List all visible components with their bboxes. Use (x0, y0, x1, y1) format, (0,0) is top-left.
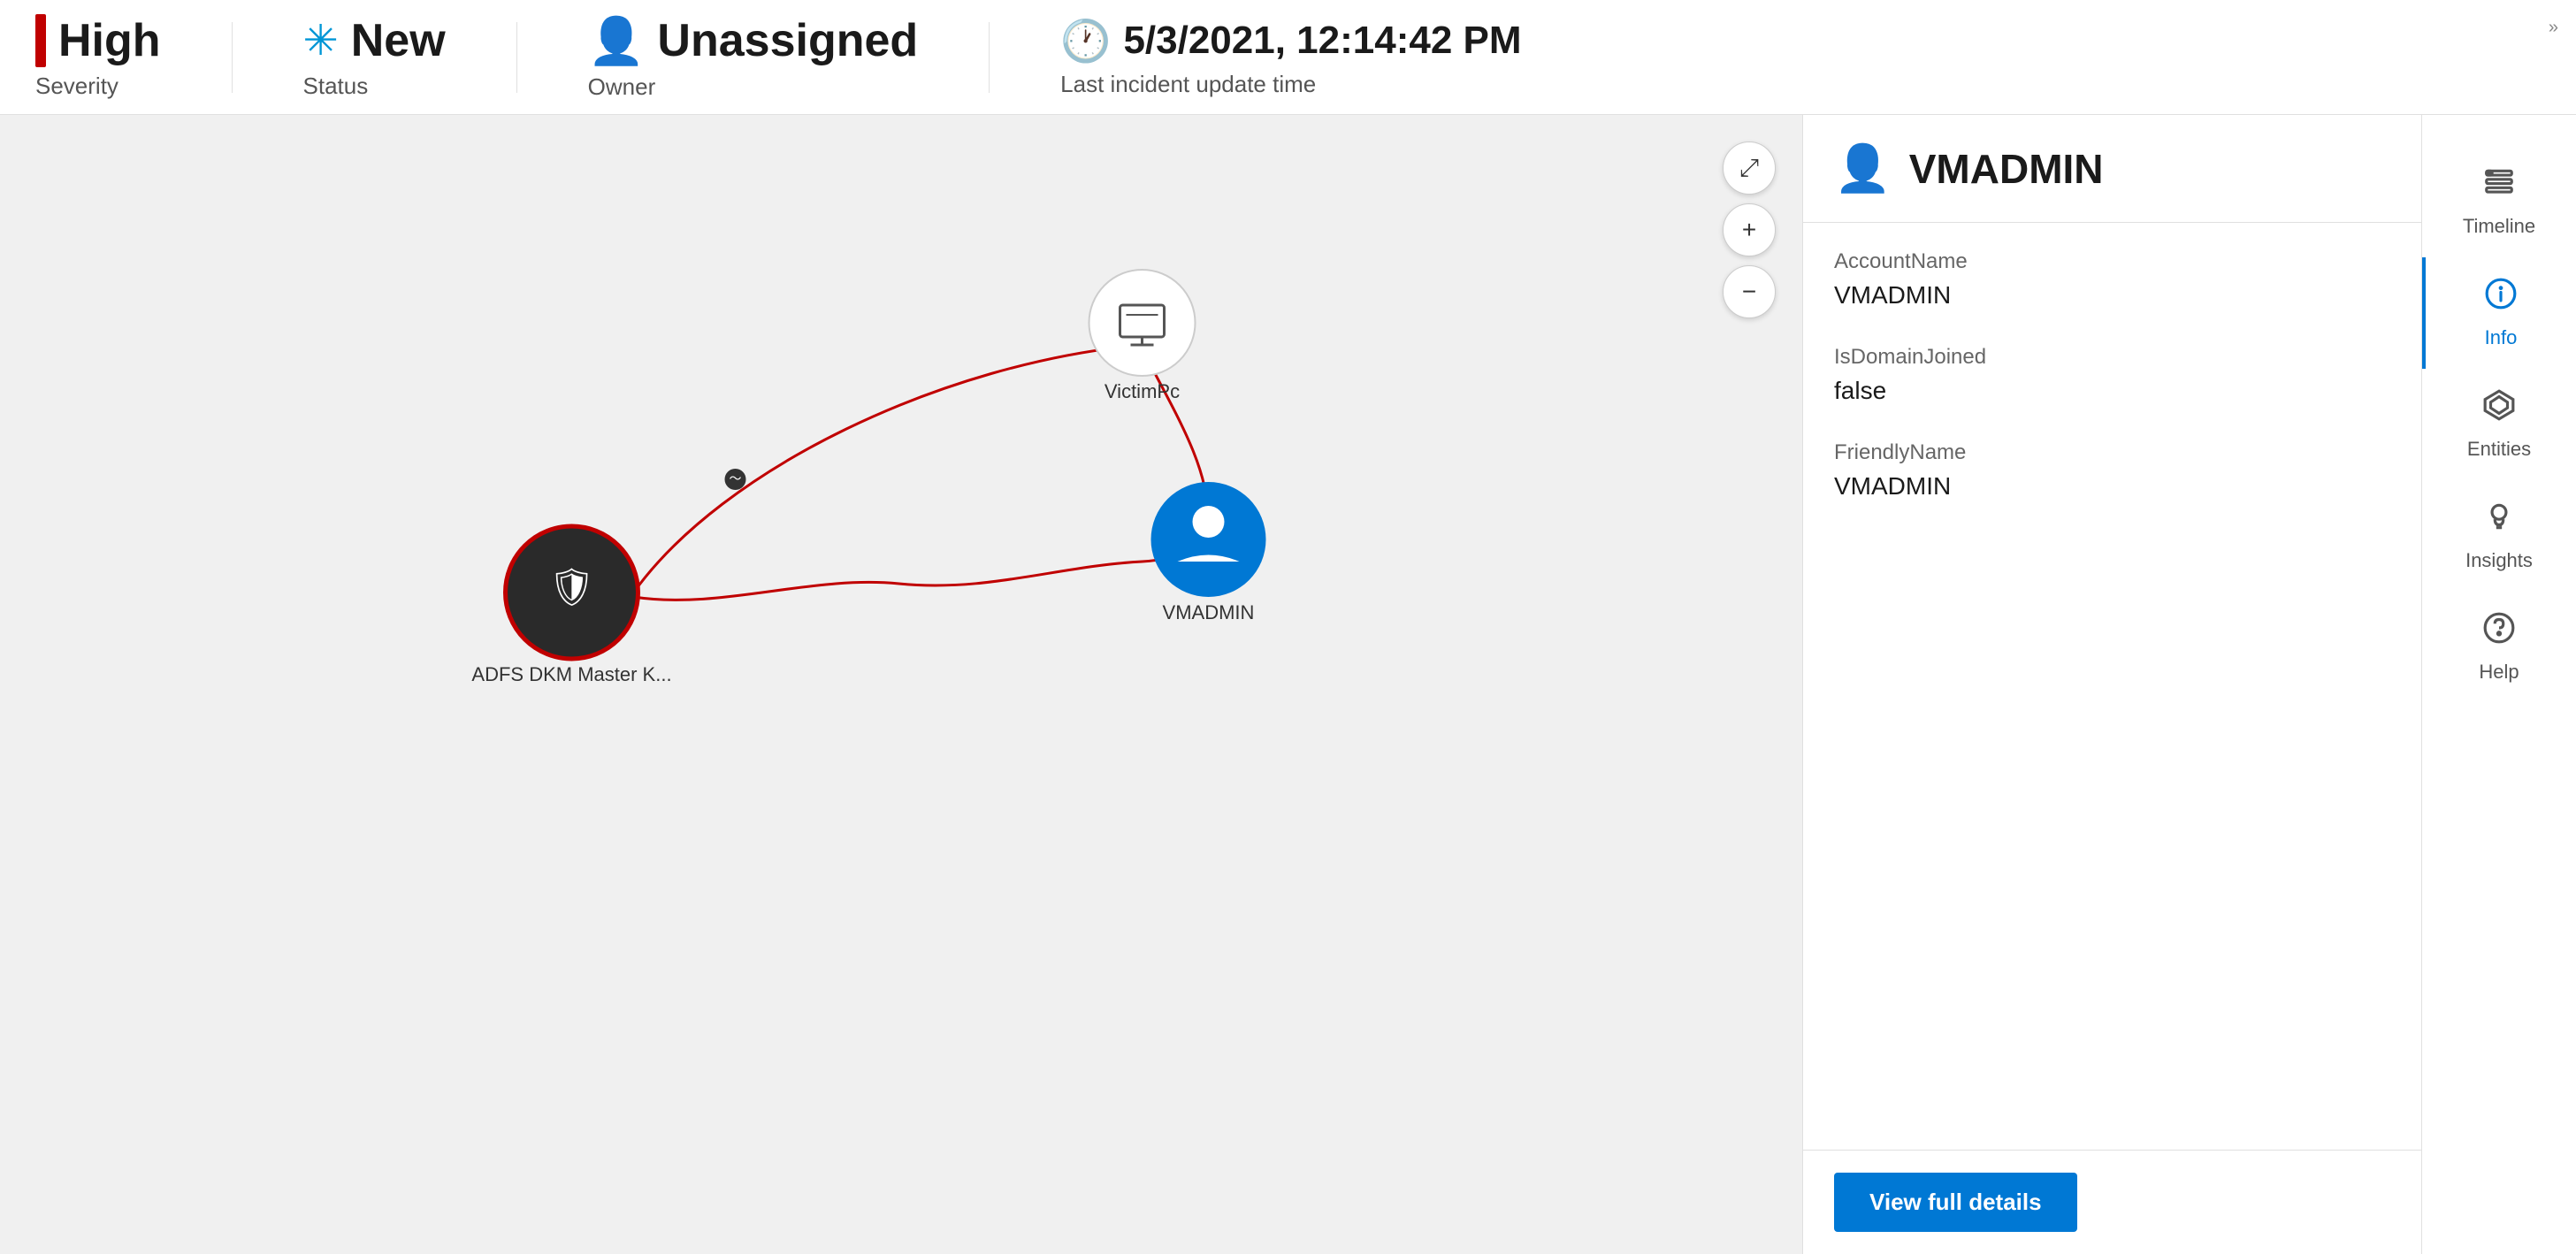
panel-header: 👤 VMADMIN (1803, 115, 2421, 223)
panel-field-isdomainjoined: IsDomainJoined false (1834, 345, 2390, 405)
graph-controls: ⤢ + − (1723, 141, 1776, 318)
sidebar-item-entities[interactable]: Entities (2422, 369, 2576, 480)
view-details-button[interactable]: View full details (1834, 1173, 2077, 1232)
sidebar-label-info: Info (2485, 326, 2518, 349)
header-divider-1 (232, 22, 233, 93)
panel-field-label-isdomainjoined: IsDomainJoined (1834, 345, 2390, 370)
graph-svg: 〜 🛡 ADFS DKM Master K... VictimPc VMADMI… (0, 115, 1802, 1254)
time-value: 5/3/2021, 12:14:42 PM (1123, 19, 1521, 63)
panel-field-accountname: AccountName VMADMIN (1834, 249, 2390, 310)
entities-icon (2482, 388, 2516, 431)
main-content: ⤢ + − 〜 🛡 ADFS DKM Master K... (0, 115, 2576, 1254)
status-value: New (351, 14, 446, 67)
help-icon (2482, 611, 2516, 654)
header-divider-3 (989, 22, 990, 93)
panel-field-label-friendlyname: FriendlyName (1834, 440, 2390, 465)
panel-footer: View full details (1803, 1150, 2421, 1254)
sidebar-label-timeline: Timeline (2463, 215, 2535, 238)
time-icon: 🕐 (1060, 17, 1111, 65)
status-icon: ✳ (303, 16, 339, 65)
time-item: 🕐 5/3/2021, 12:14:42 PM Last incident up… (1060, 17, 1521, 98)
victimpc-node-label: VictimPc (1105, 380, 1180, 402)
panel-field-value-friendlyname: VMADMIN (1834, 472, 2390, 501)
header-divider-2 (516, 22, 517, 93)
sidebar-item-timeline[interactable]: Timeline (2422, 146, 2576, 257)
alert-node-label: ADFS DKM Master K... (471, 663, 671, 685)
header: High Severity ✳ New Status 👤 Unassigned … (0, 0, 2576, 115)
sidebar-item-info[interactable]: Info (2422, 257, 2576, 369)
zoom-out-button[interactable]: − (1723, 265, 1776, 318)
panel-title: VMADMIN (1909, 145, 2104, 193)
panel-field-label-accountname: AccountName (1834, 249, 2390, 274)
insights-icon (2482, 500, 2516, 542)
sidebar-nav: » Timeline Info (2421, 115, 2576, 1254)
panel-field-friendlyname: FriendlyName VMADMIN (1834, 440, 2390, 501)
panel-header-icon: 👤 (1834, 141, 1892, 195)
status-label: Status (303, 73, 446, 100)
sidebar-label-entities: Entities (2467, 438, 2531, 461)
owner-item: 👤 Unassigned Owner (588, 14, 918, 101)
svg-text:〜: 〜 (730, 471, 742, 486)
panel-field-value-isdomainjoined: false (1834, 377, 2390, 405)
sidebar-label-insights: Insights (2465, 549, 2533, 572)
panel-content: AccountName VMADMIN IsDomainJoined false… (1803, 223, 2421, 1150)
severity-bar-icon (35, 14, 46, 67)
status-item: ✳ New Status (303, 14, 446, 100)
sidebar-item-help[interactable]: Help (2422, 592, 2576, 703)
time-label: Last incident update time (1060, 71, 1521, 98)
owner-icon: 👤 (588, 14, 646, 68)
expand-panel-arrow[interactable]: » (2549, 18, 2558, 38)
owner-value: Unassigned (657, 14, 918, 67)
severity-item: High Severity (35, 14, 161, 100)
fit-view-button[interactable]: ⤢ (1723, 141, 1776, 195)
timeline-icon (2482, 165, 2516, 208)
vmadmin-node-label: VMADMIN (1163, 601, 1255, 623)
panel-field-value-accountname: VMADMIN (1834, 281, 2390, 310)
severity-value: High (58, 14, 161, 67)
sidebar-label-help: Help (2479, 661, 2519, 684)
sidebar-item-insights[interactable]: Insights (2422, 480, 2576, 592)
zoom-in-button[interactable]: + (1723, 203, 1776, 256)
svg-text:🛡: 🛡 (548, 566, 595, 608)
severity-label: Severity (35, 73, 161, 100)
owner-label: Owner (588, 73, 918, 101)
info-icon (2484, 277, 2518, 319)
graph-area[interactable]: ⤢ + − 〜 🛡 ADFS DKM Master K... (0, 115, 1802, 1254)
right-panel: 👤 VMADMIN AccountName VMADMIN IsDomainJo… (1802, 115, 2421, 1254)
